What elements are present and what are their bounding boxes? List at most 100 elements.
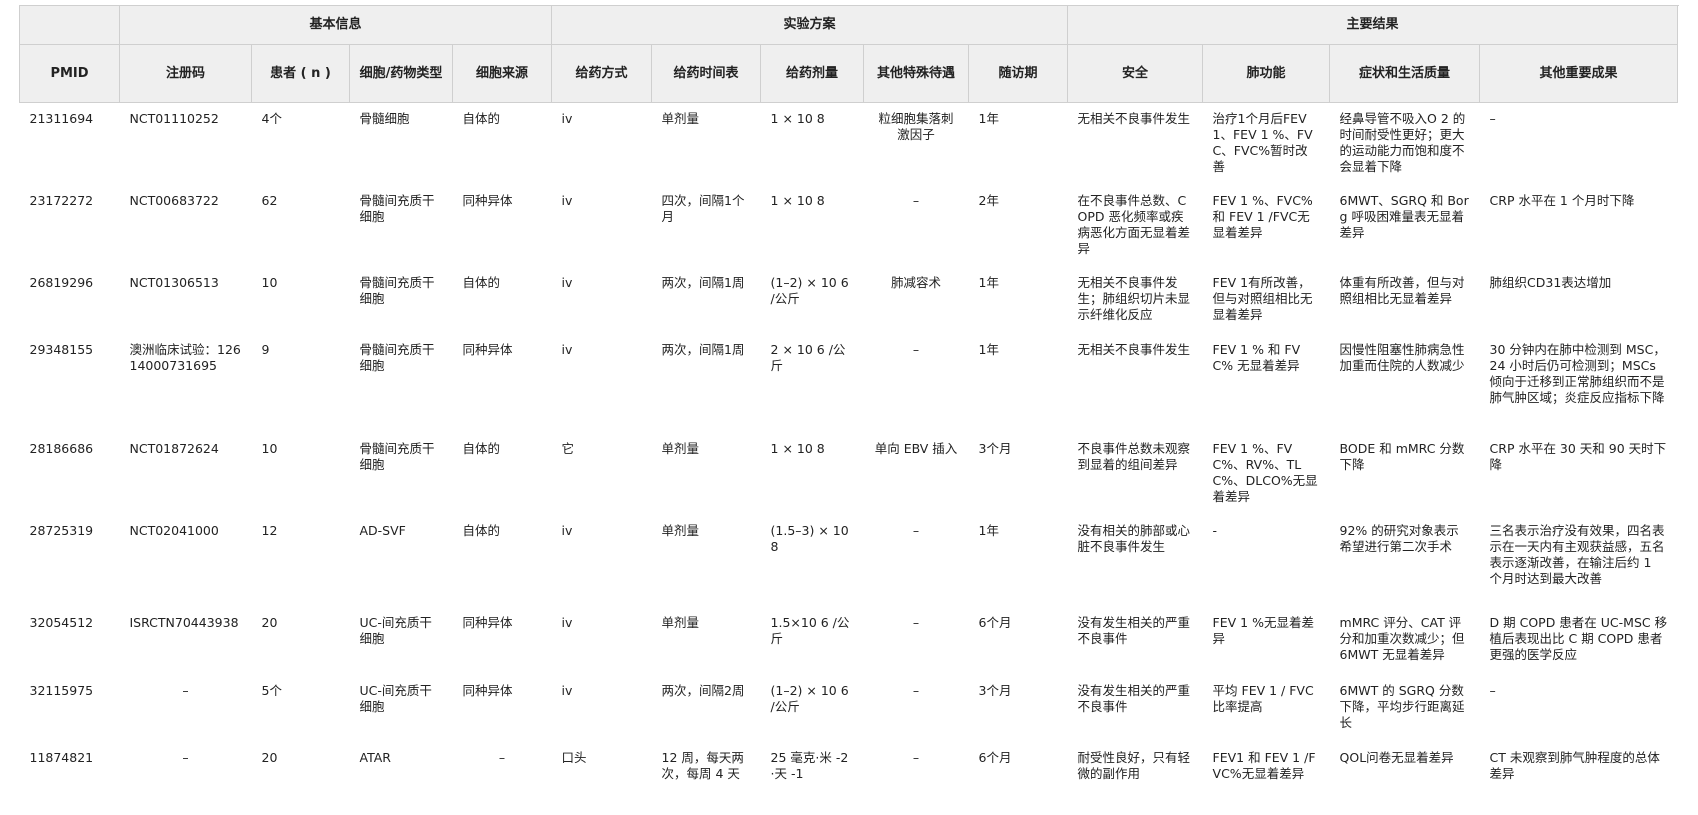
- table-cell: NCT01306513: [129, 275, 219, 290]
- table-cell: 1 × 10 8: [770, 441, 825, 456]
- table-cell: mMRC 评分、CAT 评分和加重次数减少；但 6MWT 无显着差异: [1339, 615, 1465, 662]
- table-cell: 同种异体: [462, 342, 513, 357]
- table-cell: 骨髓间充质干细胞: [359, 441, 435, 472]
- table-cell: 无相关不良事件发生: [1077, 342, 1191, 357]
- table-cell: 1 × 10 8: [770, 111, 825, 126]
- table-cell: –: [912, 750, 920, 765]
- column-header: 其他特殊待遇: [863, 44, 970, 103]
- table-cell: 92% 的研究对象表示希望进行第二次手术: [1339, 523, 1459, 554]
- table-cell: 口头: [561, 750, 587, 765]
- table-cell: 单剂量: [661, 441, 700, 456]
- table-cell: iv: [561, 615, 573, 630]
- table-cell: (1–2) × 10 6 /公斤: [770, 275, 849, 306]
- table-cell: 62: [261, 193, 278, 208]
- table-cell: (1.5–3) × 10 8: [770, 523, 849, 554]
- table-cell: ATAR: [359, 750, 391, 765]
- table-cell: 10: [261, 275, 278, 290]
- table-cell: 23172272: [29, 193, 94, 208]
- table-cell: 自体的: [462, 441, 501, 456]
- table-cell: UC-间充质干细胞: [359, 615, 432, 646]
- table-cell: FEV1 和 FEV 1 /FVC%无显着差异: [1212, 750, 1316, 781]
- table-cell: iv: [561, 111, 573, 126]
- table-row: 21311694 NCT01110252 4个 骨髓细胞 自体的 iv 单剂量 1 × 10 …: [20, 103, 1678, 186]
- table-cell: 1.5×10 6 /公斤: [770, 615, 850, 646]
- table-cell: 两次，间隔2周: [661, 683, 745, 698]
- column-header: 患者 ( n ): [251, 44, 350, 103]
- table-cell: 单剂量: [661, 615, 700, 630]
- group-header: [19, 5, 120, 45]
- table-cell: 2 × 10 6 /公斤: [770, 342, 846, 373]
- table-cell: 体重有所改善，但与对照组相比无显着差异: [1339, 275, 1465, 306]
- table-cell: QOL问卷无显着差异: [1339, 750, 1454, 765]
- column-header: 其他重要成果: [1479, 44, 1679, 103]
- table-cell: (1–2) × 10 6 /公斤: [770, 683, 849, 714]
- table-cell: 单剂量: [661, 523, 700, 538]
- table-cell: 同种异体: [462, 683, 513, 698]
- table-cell: 没有相关的肺部或心脏不良事件发生: [1077, 523, 1191, 554]
- table-cell: FEV 1 %、FVC%、RV%、TLC%、DLCO%无显着差异: [1212, 441, 1318, 504]
- table-cell: 12 周，每天两次，每周 4 天: [661, 750, 744, 781]
- table-cell: 32115975: [29, 683, 94, 698]
- table-cell: CRP 水平在 1 个月时下降: [1489, 193, 1635, 208]
- column-header-row: PMID 注册码 患者 ( n ) 细胞/药物类型 细胞来源 给药方式 给药时间表 给药剂量其…: [19, 44, 1679, 103]
- table-cell: 不良事件总数未观察到显着的组间差异: [1077, 441, 1191, 472]
- table-cell: iv: [561, 683, 573, 698]
- table-cell: NCT00683722: [129, 193, 219, 208]
- table-cell: 自体的: [462, 523, 501, 538]
- table-cell: 经鼻导管不吸入O 2 的时间耐受性更好；更大的运动能力而饱和度不会显着下降: [1339, 111, 1466, 174]
- table-cell: 6MWT 的 SGRQ 分数下降，平均步行距离延长: [1339, 683, 1465, 730]
- table-row: 26819296 NCT01306513 10 骨髓间充质干细胞 自体的 iv 两次，间隔1…: [20, 267, 1678, 334]
- table-cell: BODE 和 mMRC 分数下降: [1339, 441, 1465, 472]
- table-cell: 骨髓细胞: [359, 111, 410, 126]
- table-cell: FEV 1有所改善，但与对照组相比无显着差异: [1212, 275, 1313, 322]
- table-cell: 21311694: [29, 111, 94, 126]
- table-cell: 10: [261, 441, 278, 456]
- table-cell: 治疗1个月后FEV 1、FEV 1 %、FVC、FVC%暂时改善: [1212, 111, 1313, 174]
- table-cell: 3个月: [978, 441, 1012, 456]
- table-cell: –: [182, 750, 189, 765]
- column-header: PMID: [19, 44, 120, 103]
- group-header-row: 基本信息 实验方案 主要结果: [19, 5, 1679, 45]
- table-cell: 3个月: [978, 683, 1012, 698]
- table-cell: 11874821: [29, 750, 94, 765]
- table-cell: 1 × 10 8: [770, 193, 825, 208]
- table-cell: NCT01110252: [129, 111, 219, 126]
- table-cell: 自体的: [462, 111, 501, 126]
- table-cell: 粒细胞集落刺激因子: [878, 111, 954, 142]
- table-cell: AD-SVF: [359, 523, 406, 538]
- table-cell: NCT01872624: [129, 441, 219, 456]
- table-cell: 四次，间隔1个月: [661, 193, 745, 224]
- table-cell: iv: [561, 523, 573, 538]
- table-cell: –: [912, 193, 920, 208]
- table-cell: iv: [561, 193, 573, 208]
- table-cell: FEV 1 %无显着差异: [1212, 615, 1314, 646]
- table-cell: 28725319: [29, 523, 94, 538]
- table-cell: 单向 EBV 插入: [874, 441, 958, 456]
- table-cell: 28186686: [29, 441, 94, 456]
- table-cell: 它: [561, 441, 575, 456]
- table-cell: 1年: [978, 342, 999, 357]
- table-cell: –: [912, 683, 920, 698]
- column-header: 细胞来源: [451, 44, 553, 103]
- table-cell: 4个: [261, 111, 282, 126]
- table-cell: 两次，间隔1周: [661, 275, 745, 290]
- table-body: 21311694 NCT01110252 4个 骨髓细胞 自体的 iv 单剂量 1 × 10 …: [20, 103, 1678, 795]
- column-header: 注册码: [119, 44, 252, 103]
- table-cell: 耐受性良好，只有轻微的副作用: [1077, 750, 1191, 781]
- table-cell: 因慢性阻塞性肺病急性加重而住院的人数减少: [1339, 342, 1465, 373]
- table-cell: 三名表示治疗没有效果，四名表示在一天内有主观获益感，五名表示逐渐改善，在输注后约…: [1489, 523, 1665, 586]
- table-cell: 自体的: [462, 275, 501, 290]
- column-header: 给药剂量: [760, 44, 865, 103]
- table-cell: 平均 FEV 1 / FVC 比率提高: [1212, 683, 1314, 714]
- table-cell: –: [912, 342, 920, 357]
- table-cell: 同种异体: [462, 615, 513, 630]
- table-cell: 1年: [978, 523, 999, 538]
- table-cell: –: [912, 523, 920, 538]
- table-wrapper: 基本信息 实验方案 主要结果 PMID 注册码 患者 ( n ) 细胞/药物类型 细胞来源给…: [19, 5, 1679, 795]
- table-cell: 骨髓间充质干细胞: [359, 193, 435, 224]
- table-cell: –: [1489, 683, 1496, 698]
- table-cell: 6MWT、SGRQ 和 Borg 呼吸困难量表无显着差异: [1339, 193, 1469, 240]
- table-cell: iv: [561, 342, 573, 357]
- table-cell: FEV 1 % 和 FVC% 无显着差异: [1212, 342, 1301, 373]
- table-cell: iv: [561, 275, 573, 290]
